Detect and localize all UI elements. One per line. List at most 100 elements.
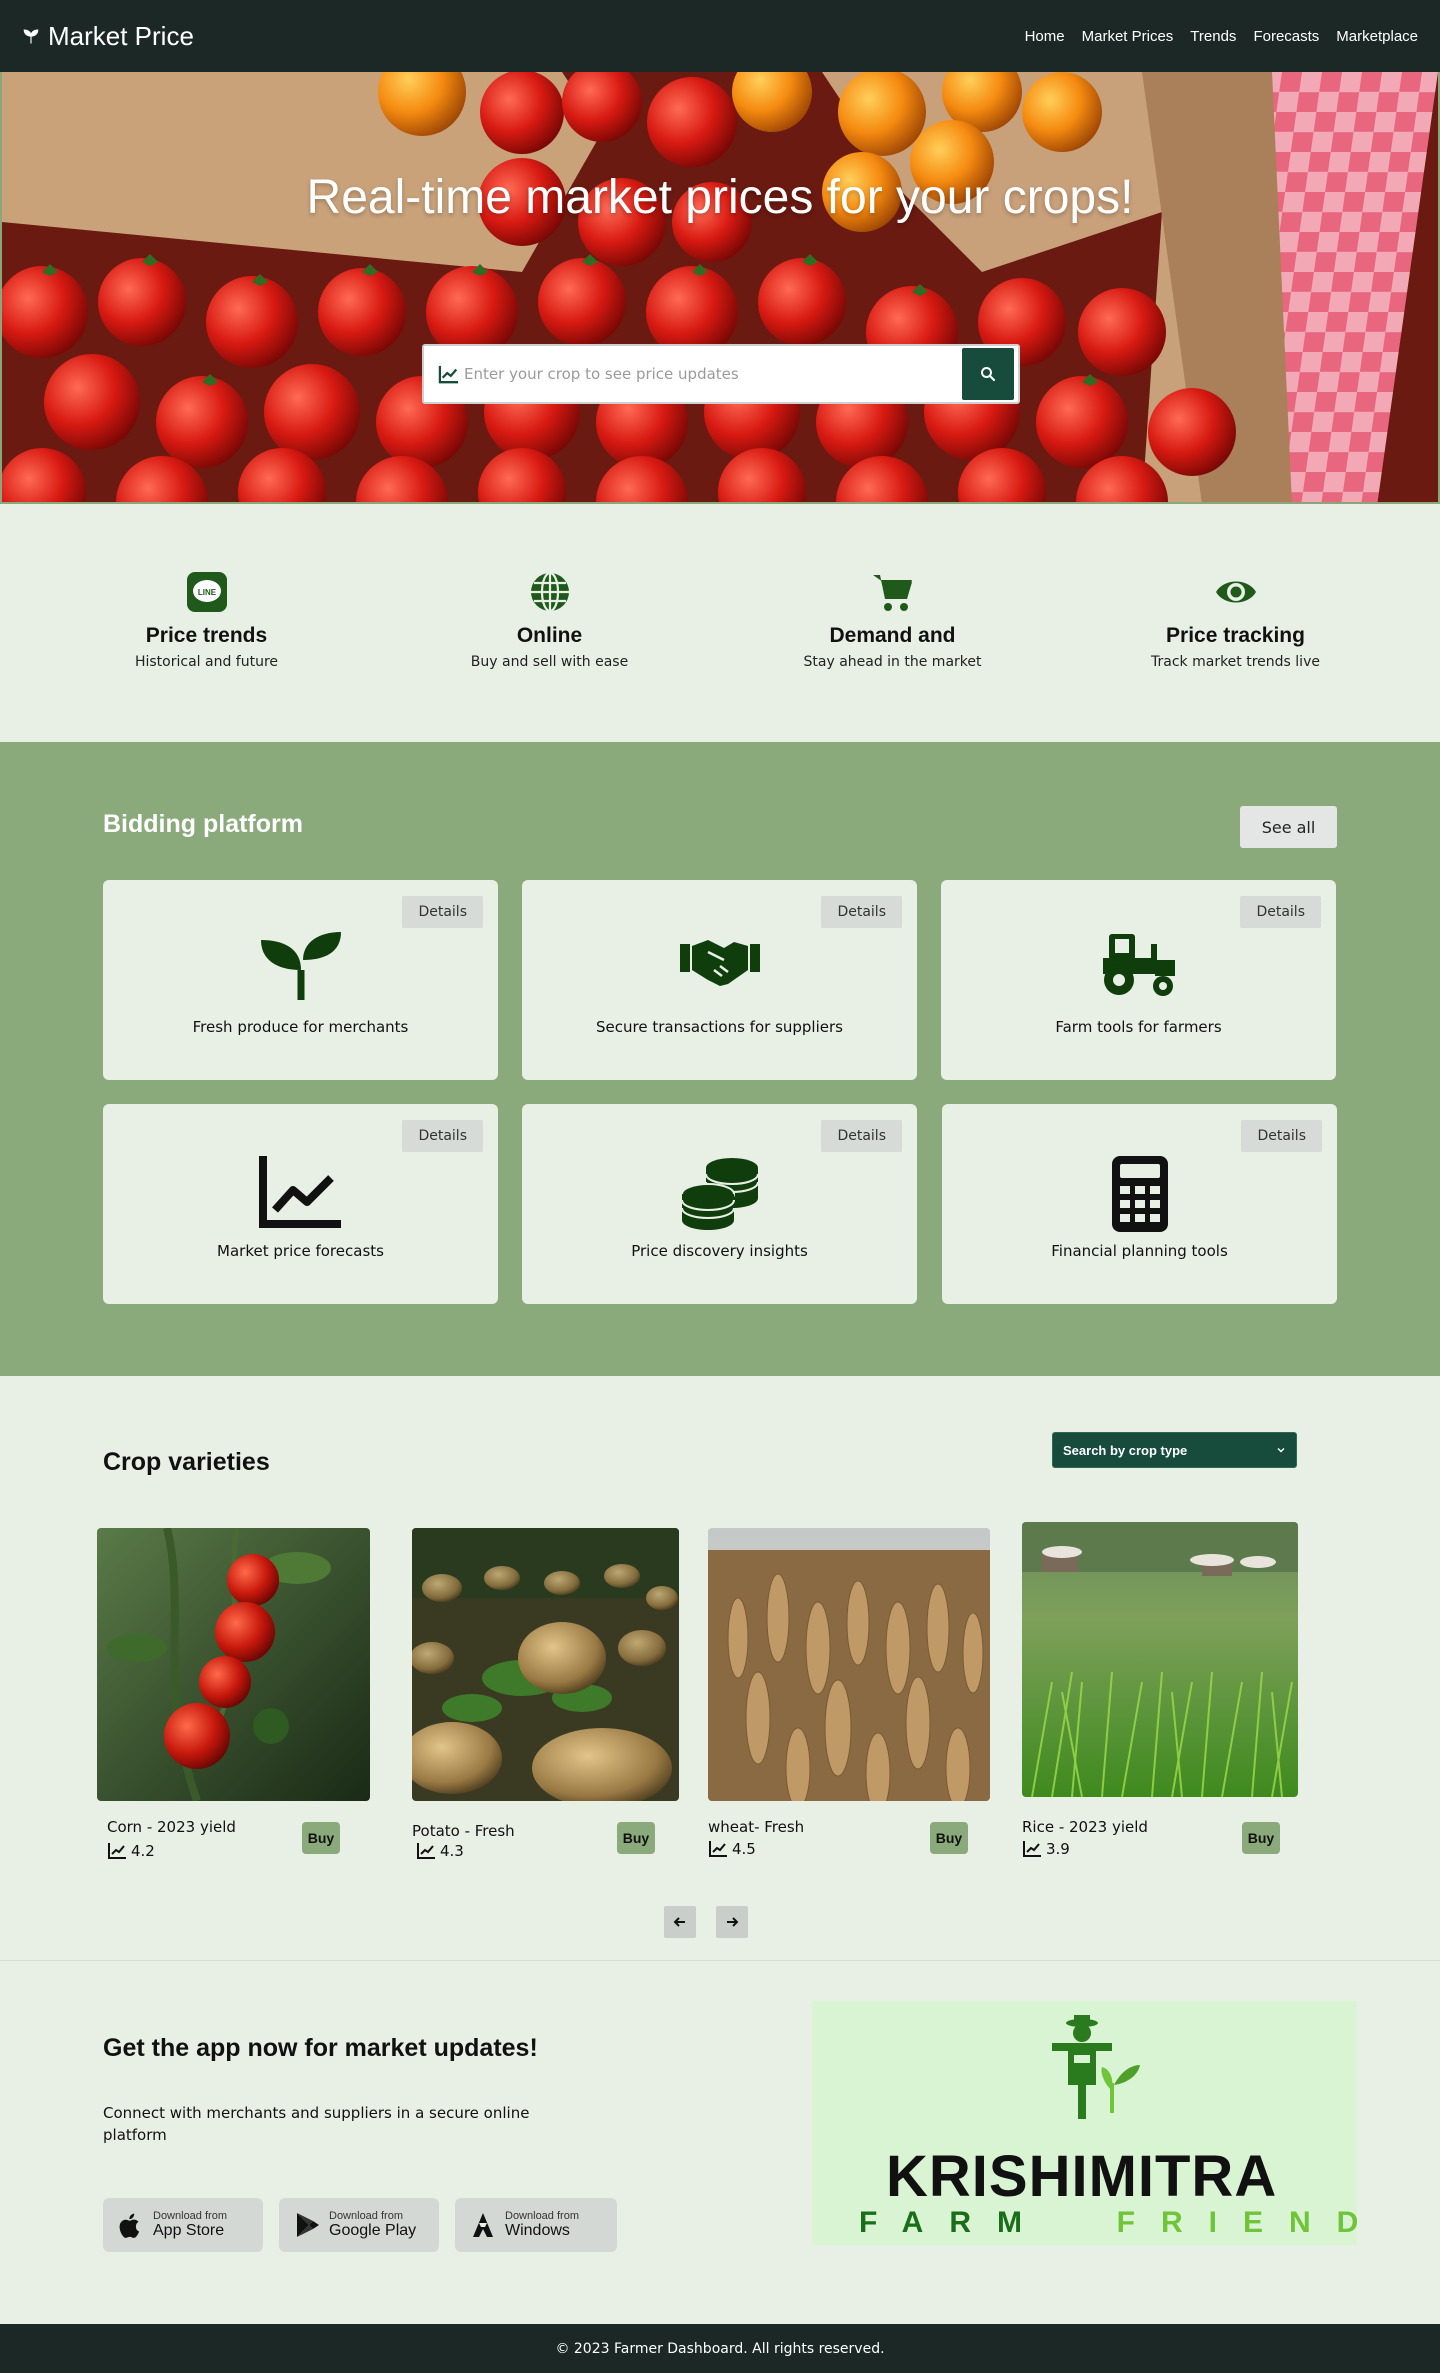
svg-text:LINE: LINE [197,588,216,597]
details-button[interactable]: Details [821,1120,902,1152]
crop-card[interactable]: Corn - 2023 yield 4.2 Buy [97,1528,370,1860]
buy-button[interactable]: Buy [930,1822,968,1854]
arrow-right-icon [727,1917,739,1927]
nav-link-market-prices[interactable]: Market Prices [1082,28,1174,45]
chart-line-icon [108,1843,126,1859]
feature-price-tracking: Price tracking Track market trends live [1064,504,1407,742]
potato-field-image [412,1528,679,1801]
top-navbar: Market Price Home Market Prices Trends F… [0,0,1440,72]
bidding-card[interactable]: Details Secure transactions for supplier… [522,880,917,1080]
hero-banner: Real-time market prices for your crops! [0,72,1440,504]
feature-subtitle: Stay ahead in the market [803,654,982,670]
prev-button[interactable] [664,1906,696,1938]
windows-icon [473,2213,493,2237]
crop-type-select[interactable]: Search by crop type [1052,1432,1297,1468]
buy-button[interactable]: Buy [302,1822,340,1854]
details-button[interactable]: Details [402,1120,483,1152]
crop-rating: 4.5 [708,1840,756,1858]
features-row: LINE Price trends Historical and future … [0,504,1440,742]
card-label: Secure transactions for suppliers [596,1018,843,1036]
app-store-button[interactable]: Download from App Store [103,2198,263,2252]
search-button[interactable] [962,348,1014,400]
details-button[interactable]: Details [1240,896,1321,928]
hero-title: Real-time market prices for your crops! [306,171,1134,224]
globe-icon [530,571,569,613]
see-all-button[interactable]: See all [1240,806,1337,848]
chart-line-icon [417,1843,435,1859]
eye-icon [1215,581,1256,603]
feature-title: Price trends [145,624,268,647]
rating-value: 4.5 [732,1840,756,1858]
card-label: Financial planning tools [1051,1242,1228,1260]
brand-name: Market Price [48,20,194,51]
krishimitra-logo: KRISHIMITRA FARM FRIEND [812,2001,1358,2245]
crop-card[interactable]: Rice - 2023 yield 3.9 Buy [1022,1522,1298,1858]
wheat-field-image [708,1528,990,1801]
details-button[interactable]: Details [821,896,902,928]
logo-wordmark: KRISHIMITRA [886,2144,1278,2209]
app-description: Connect with merchants and suppliers in … [103,2104,530,2144]
bidding-card[interactable]: Details Market price forecasts [103,1104,498,1304]
search-icon [981,367,996,382]
nav-link-marketplace[interactable]: Marketplace [1336,28,1418,45]
crop-varieties-section: Crop varieties Search by crop type Corn … [0,1376,1440,1961]
feature-subtitle: Track market trends live [1151,654,1320,670]
rating-value: 4.2 [131,1842,155,1860]
handshake-icon [679,940,760,986]
store-small-label: Download from [153,2210,227,2222]
nav-link-home[interactable]: Home [1025,28,1065,45]
crop-name: Corn - 2023 yield [107,1818,236,1836]
buy-button[interactable]: Buy [1242,1822,1280,1854]
tomatoes-image [2,72,1438,502]
details-button[interactable]: Details [1241,1120,1322,1152]
brand-logo[interactable]: Market Price [22,21,194,52]
arrow-left-icon [673,1917,685,1927]
crop-rating: 3.9 [1022,1840,1070,1858]
chart-line-icon [1023,1841,1041,1857]
bidding-section: Bidding platform See all Details Fresh p… [0,742,1440,1376]
google-play-button[interactable]: Download from Google Play [279,2198,439,2252]
windows-store-button[interactable]: Download from Windows [455,2198,617,2252]
scarecrow-icon [1052,2015,1140,2119]
apple-icon [119,2213,140,2238]
logo-tagline: FARM FRIEND [859,2206,1384,2240]
crop-rating: 4.2 [107,1842,155,1860]
chart-line-icon [438,365,459,384]
store-name: Google Play [329,2222,417,2239]
next-button[interactable] [716,1906,748,1938]
nav-link-forecasts[interactable]: Forecasts [1253,28,1319,45]
seedling-icon [260,932,341,1000]
bidding-card[interactable]: Details Price discovery insights [522,1104,917,1304]
cart-icon [872,575,912,611]
card-label: Farm tools for farmers [1055,1018,1222,1036]
feature-online: Online Buy and sell with ease [378,504,721,742]
store-name: Windows [505,2222,570,2239]
tractor-icon [1102,934,1175,996]
store-small-label: Download from [329,2210,403,2222]
rating-value: 3.9 [1046,1840,1070,1858]
bidding-card[interactable]: Details Farm tools for farmers [941,880,1336,1080]
crop-name: wheat- Fresh [708,1818,805,1836]
nav-links: Home Market Prices Trends Forecasts Mark… [1025,28,1418,45]
seedling-icon [23,29,39,44]
copyright-text: © 2023 Farmer Dashboard. All rights rese… [555,2340,885,2357]
details-button[interactable]: Details [402,896,483,928]
bidding-card[interactable]: Details Financial planning tools [942,1104,1337,1304]
app-download-section: Get the app now for market updates! Conn… [0,1961,1440,2324]
store-name: App Store [153,2222,225,2239]
crop-search-box [422,344,1020,404]
crop-search-input[interactable] [464,346,962,402]
crop-card[interactable]: wheat- Fresh 4.5 Buy [708,1528,990,1858]
crop-card[interactable]: Potato - Fresh 4.3 Buy [412,1528,679,1860]
app-title: Get the app now for market updates! [103,2034,538,2062]
card-label: Market price forecasts [217,1242,384,1260]
feature-subtitle: Buy and sell with ease [470,654,629,670]
feature-demand: Demand and Stay ahead in the market [721,504,1064,742]
feature-subtitle: Historical and future [134,654,279,670]
chart-line-icon [709,1841,727,1857]
buy-button[interactable]: Buy [617,1822,655,1854]
bidding-card[interactable]: Details Fresh produce for merchants [103,880,498,1080]
tagline-friend: FRIEND [1116,2206,1385,2239]
coins-icon [680,1158,759,1230]
nav-link-trends[interactable]: Trends [1190,28,1236,45]
